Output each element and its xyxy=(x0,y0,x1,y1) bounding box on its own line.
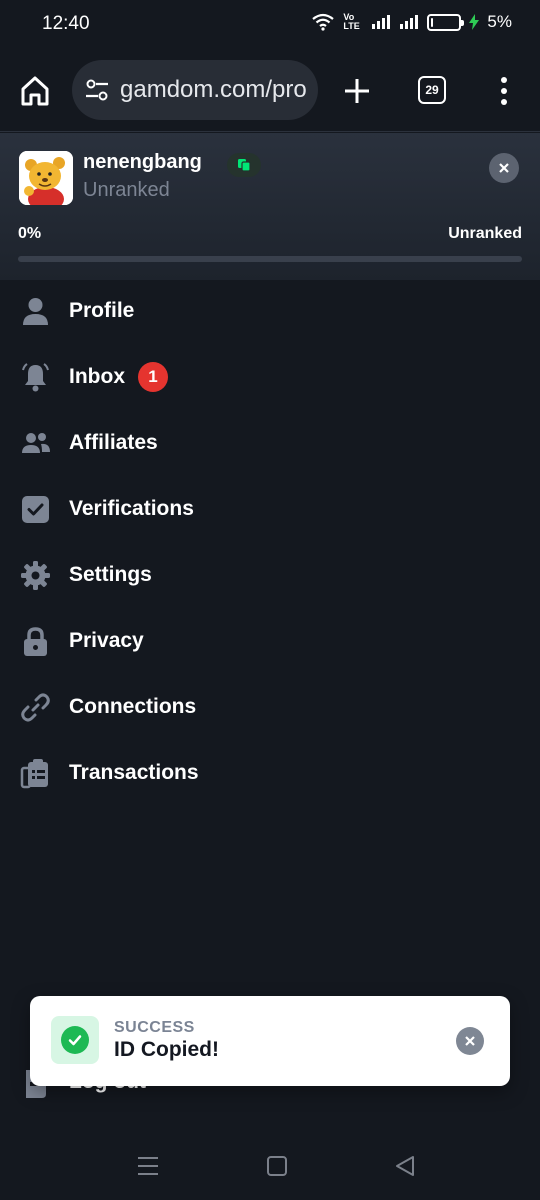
signal-icon xyxy=(372,15,391,29)
menu-label: Privacy xyxy=(69,629,144,652)
tab-switcher-button[interactable]: 29 xyxy=(418,76,446,104)
toast-title: SUCCESS xyxy=(114,1019,195,1036)
system-nav-bar xyxy=(0,1133,540,1200)
username: nenengbang xyxy=(83,151,202,173)
menu-item-affiliates[interactable]: Affiliates xyxy=(0,410,540,476)
user-icon xyxy=(23,298,48,325)
rank-progress-bar xyxy=(18,256,522,262)
avatar[interactable] xyxy=(19,151,73,205)
menu-label: Connections xyxy=(69,695,197,718)
recents-icon[interactable] xyxy=(136,1155,160,1177)
home-nav-icon[interactable] xyxy=(267,1156,287,1176)
profile-header: nenengbang Unranked 0% Unranked xyxy=(0,133,540,280)
progress-target: Unranked xyxy=(448,225,522,242)
menu-label: Transactions xyxy=(69,761,199,784)
menu-item-verifications[interactable]: Verifications xyxy=(0,476,540,542)
toast-message: ID Copied! xyxy=(114,1038,219,1061)
copy-id-button[interactable] xyxy=(227,153,261,177)
clipboard-list-icon xyxy=(20,759,48,789)
bell-icon xyxy=(22,363,49,392)
menu-item-inbox[interactable]: Inbox 1 xyxy=(0,344,540,410)
check-circle-icon xyxy=(51,1016,99,1064)
status-time: 12:40 xyxy=(42,13,90,34)
more-vertical-icon[interactable] xyxy=(494,74,514,108)
browser-toolbar: gamdom.com/pro 29 xyxy=(0,48,540,132)
lock-icon xyxy=(24,627,47,656)
back-icon[interactable] xyxy=(394,1154,416,1178)
battery-level xyxy=(431,17,434,27)
volte-icon: Vo LTE xyxy=(343,12,360,31)
success-toast: SUCCESS ID Copied! xyxy=(30,996,510,1086)
wifi-icon xyxy=(312,13,335,31)
battery-percent: 5% xyxy=(487,12,512,31)
copy-icon xyxy=(238,159,251,172)
menu-item-profile[interactable]: Profile xyxy=(0,278,540,344)
progress-label: 0% xyxy=(18,225,42,242)
menu-item-connections[interactable]: Connections xyxy=(0,674,540,740)
charging-icon xyxy=(469,14,480,30)
link-icon xyxy=(21,693,50,722)
status-icons: Vo LTE 5% xyxy=(311,12,512,32)
check-square-icon xyxy=(22,496,49,523)
winnie-the-pooh-avatar xyxy=(19,151,73,205)
account-menu: Profile Inbox 1 Affiliates Verifications xyxy=(0,278,540,806)
url-text[interactable]: gamdom.com/pro xyxy=(120,76,307,104)
menu-item-privacy[interactable]: Privacy xyxy=(0,608,540,674)
menu-label: Settings xyxy=(69,563,152,586)
close-button[interactable] xyxy=(489,153,519,183)
address-bar[interactable]: gamdom.com/pro xyxy=(72,60,318,120)
status-bar: 12:40 Vo LTE 5% xyxy=(0,0,540,48)
battery-icon xyxy=(427,13,465,31)
menu-label: Affiliates xyxy=(69,431,158,454)
close-icon xyxy=(499,163,509,173)
check-icon xyxy=(68,1035,82,1046)
toast-close-button[interactable] xyxy=(456,1027,484,1055)
tune-icon[interactable] xyxy=(84,77,110,103)
menu-item-settings[interactable]: Settings xyxy=(0,542,540,608)
unread-badge: 1 xyxy=(138,362,168,392)
gear-icon xyxy=(21,561,50,590)
close-icon xyxy=(465,1036,475,1046)
rank-text: Unranked xyxy=(83,179,170,201)
signal-icon xyxy=(400,15,419,29)
users-icon xyxy=(22,433,50,453)
menu-label: Verifications xyxy=(69,497,194,520)
home-icon[interactable] xyxy=(18,74,52,108)
menu-label: Profile xyxy=(69,299,135,322)
menu-item-transactions[interactable]: Transactions xyxy=(0,740,540,806)
plus-icon[interactable] xyxy=(340,74,374,108)
menu-label: Inbox xyxy=(69,365,125,388)
